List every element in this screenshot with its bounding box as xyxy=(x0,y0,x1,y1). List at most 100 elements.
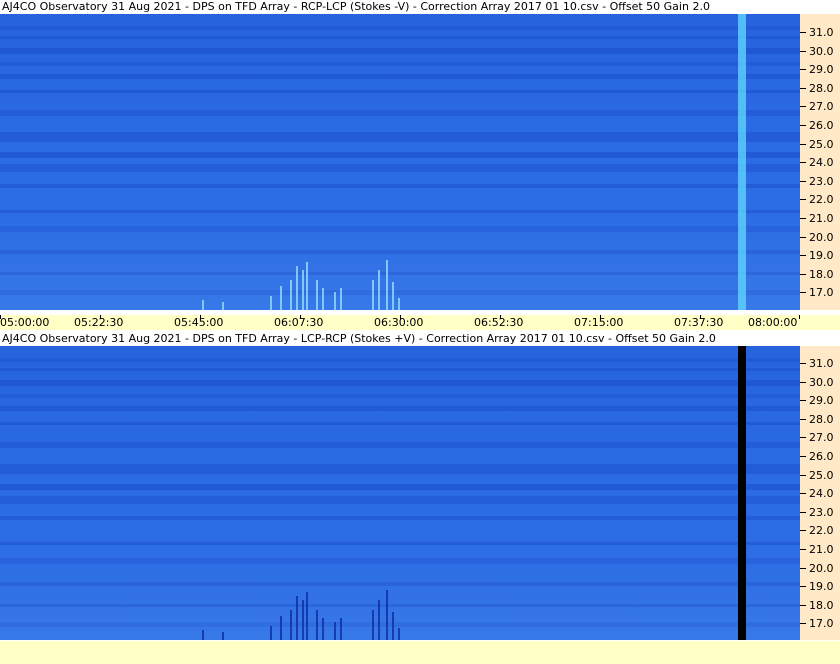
time-tick-label: 06:52:30 xyxy=(474,316,524,329)
spectrogram-2-shading xyxy=(0,346,800,640)
frequency-tick-label: 30.0 xyxy=(809,44,834,58)
spectrogram-2-burst-streak xyxy=(316,610,318,640)
frequency-tick-label: 22.0 xyxy=(809,524,834,538)
frequency-tick xyxy=(800,162,806,164)
spectrogram-1-burst-streak xyxy=(398,298,400,310)
spectrogram-1-burst-streak xyxy=(296,266,298,310)
frequency-tick xyxy=(800,623,806,625)
frequency-tick-label: 28.0 xyxy=(809,81,834,95)
spectrogram-2-burst-streak xyxy=(296,596,298,640)
time-tick-label: 05:45:00 xyxy=(174,316,224,329)
spectrogram-2-burst-streak xyxy=(306,592,308,640)
spectrogram-1-burst-streak xyxy=(378,270,380,310)
frequency-tick xyxy=(800,199,806,201)
frequency-tick xyxy=(800,474,806,476)
frequency-tick-label: 24.0 xyxy=(809,156,834,170)
frequency-tick-label: 26.0 xyxy=(809,119,834,132)
frequency-tick xyxy=(800,511,806,513)
frequency-tick xyxy=(800,400,806,402)
frequency-axis-1: 31.0 30.0 29.0 28.0 27.0 26.0 25.0 24.0 23.0 22.0… xyxy=(800,14,840,310)
frequency-tick xyxy=(800,87,806,89)
frequency-tick xyxy=(800,549,806,550)
time-tick-label: 05:00:00 xyxy=(0,316,50,329)
spectrogram-2-burst-streak xyxy=(270,626,272,640)
spectrogram-1-event-column xyxy=(738,14,746,310)
frequency-tick xyxy=(800,236,806,238)
frequency-axis-2: 31.0 30.0 29.0 28.0 27.0 26.0 25.0 24.0 23.0 22.0… xyxy=(800,346,840,640)
spectrogram-1-burst-streak xyxy=(270,296,272,310)
frequency-tick-label: 17.0 xyxy=(809,286,834,300)
spectrogram-2-burst-streak xyxy=(202,630,204,640)
spectrogram-2-burst-streak xyxy=(386,590,388,640)
spectrogram-2-burst-streak xyxy=(398,628,400,640)
spectrogram-1-burst-streak xyxy=(202,300,204,310)
frequency-tick xyxy=(800,493,806,495)
frequency-tick-label: 28.0 xyxy=(809,412,834,426)
spectrogram-1-burst-streak xyxy=(316,280,318,310)
spectrogram-panel-2[interactable] xyxy=(0,346,800,640)
time-tick-label: 05:22:30 xyxy=(74,316,124,329)
time-tick-label: 08:00:00 xyxy=(748,316,798,329)
frequency-tick-label: 25.0 xyxy=(809,468,834,482)
frequency-tick xyxy=(800,69,806,71)
frequency-tick-label: 23.0 xyxy=(809,174,834,188)
time-tick xyxy=(799,315,800,319)
time-tick-label: 07:15:00 xyxy=(574,316,624,329)
spectrogram-2-burst-streak xyxy=(302,600,304,640)
frequency-tick-label: 29.0 xyxy=(809,63,834,77)
frequency-tick-label: 19.0 xyxy=(809,580,834,594)
frequency-tick xyxy=(800,418,806,420)
spectrogram-2-burst-streak xyxy=(340,618,342,640)
frequency-tick xyxy=(800,530,806,532)
frequency-tick-label: 23.0 xyxy=(809,505,834,519)
spectrogram-1-burst-streak xyxy=(290,280,292,310)
frequency-tick xyxy=(800,180,806,182)
spectrogram-1-burst-streak xyxy=(334,292,336,310)
frequency-tick xyxy=(800,125,806,126)
spectrogram-2-burst-streak xyxy=(322,618,324,640)
time-axis: 05:00:00 05:22:30 05:45:00 06:07:30 06:30:00… xyxy=(0,315,840,330)
frequency-tick-label: 25.0 xyxy=(809,137,834,151)
bottom-status-bar xyxy=(0,641,840,664)
frequency-tick-label: 26.0 xyxy=(809,450,834,463)
frequency-tick-label: 21.0 xyxy=(809,212,834,225)
frequency-tick-label: 18.0 xyxy=(809,267,834,281)
frequency-tick xyxy=(800,604,806,606)
spectrogram-2-burst-streak xyxy=(378,600,380,640)
frequency-tick-label: 20.0 xyxy=(809,230,834,244)
panel-1-title: AJ4CO Observatory 31 Aug 2021 - DPS on T… xyxy=(0,0,840,14)
spectrogram-1-image xyxy=(0,14,800,310)
frequency-tick xyxy=(800,32,806,33)
spectrogram-2-burst-streak xyxy=(222,632,224,640)
spectrogram-2-burst-streak xyxy=(280,616,282,640)
spectrogram-1-burst-streak xyxy=(302,270,304,310)
frequency-tick-label: 19.0 xyxy=(809,249,834,263)
frequency-tick-label: 17.0 xyxy=(809,617,834,631)
frequency-tick-label: 24.0 xyxy=(809,487,834,501)
frequency-tick-label: 18.0 xyxy=(809,598,834,612)
spectrogram-1-burst-streak xyxy=(372,280,374,310)
frequency-tick xyxy=(800,363,806,364)
spectrogram-2-burst-streak xyxy=(290,610,292,640)
frequency-tick-label: 22.0 xyxy=(809,193,834,207)
frequency-tick xyxy=(800,586,806,588)
frequency-tick-label: 31.0 xyxy=(809,357,834,370)
frequency-tick xyxy=(800,381,806,383)
panel-2-title: AJ4CO Observatory 31 Aug 2021 - DPS on T… xyxy=(0,332,840,346)
spectrogram-2-burst-streak xyxy=(334,622,336,640)
spectrogram-1-burst-streak xyxy=(386,260,388,310)
frequency-tick xyxy=(800,218,806,219)
frequency-tick xyxy=(800,292,806,294)
frequency-tick xyxy=(800,567,806,569)
frequency-tick-label: 27.0 xyxy=(809,100,834,114)
spectrogram-1-shading xyxy=(0,14,800,310)
frequency-tick xyxy=(800,273,806,275)
spectrogram-2-event-column xyxy=(738,346,746,640)
spectrogram-1-burst-streak xyxy=(340,288,342,310)
spectrogram-2-image xyxy=(0,346,800,640)
frequency-tick-label: 21.0 xyxy=(809,543,834,556)
time-tick-label: 06:07:30 xyxy=(274,316,324,329)
frequency-tick xyxy=(800,50,806,52)
spectrogram-panel-1[interactable] xyxy=(0,14,800,310)
frequency-tick-label: 20.0 xyxy=(809,561,834,575)
